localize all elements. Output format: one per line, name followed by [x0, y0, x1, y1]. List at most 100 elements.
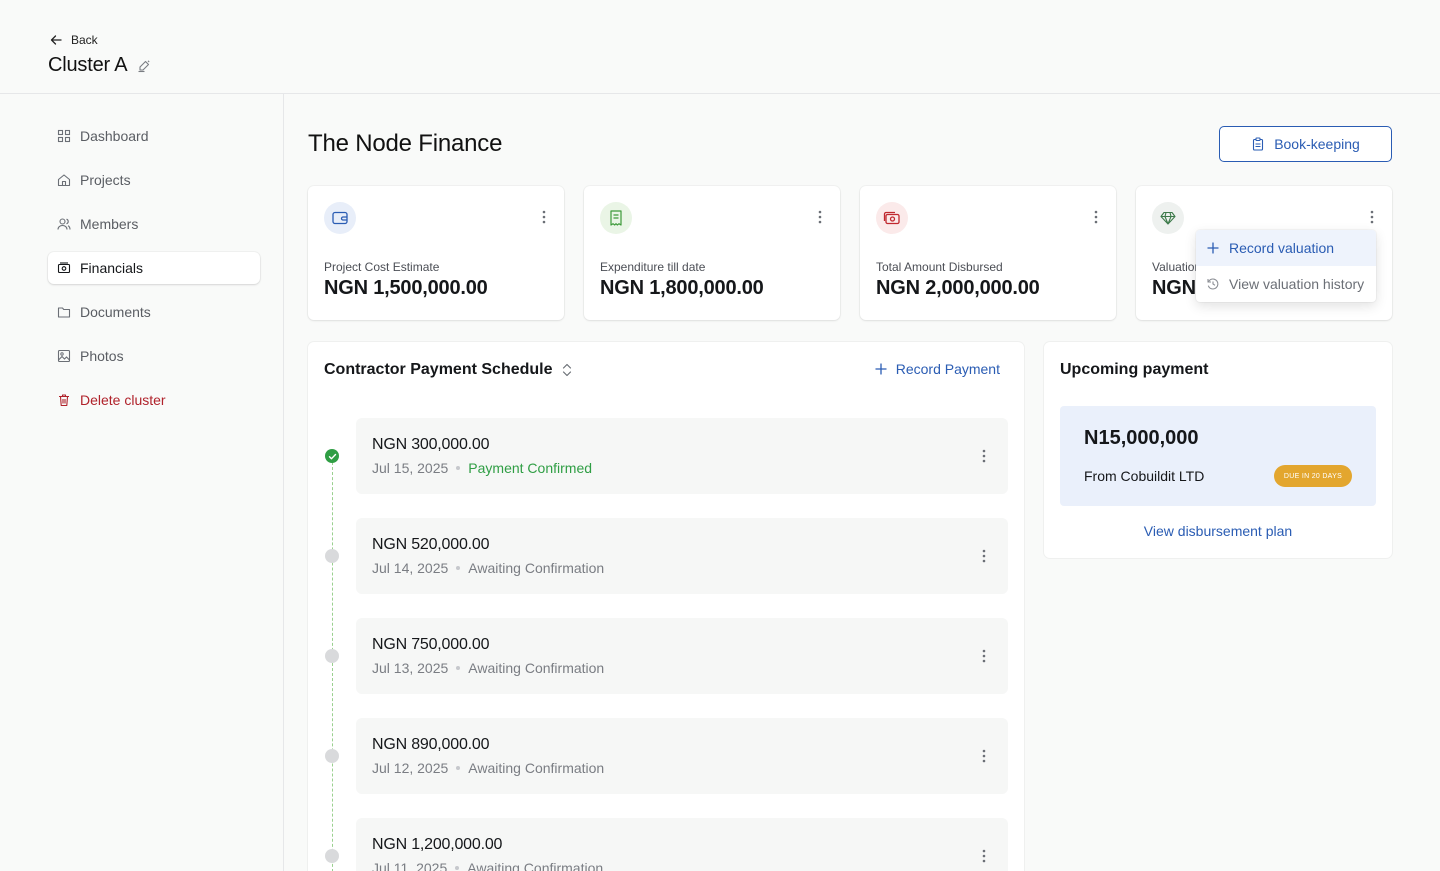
schedule-title-text: Contractor Payment Schedule [324, 361, 553, 378]
kebab-menu-icon[interactable] [542, 210, 546, 224]
upcoming-payment-card: N15,000,000 From Cobuildit LTD DUE IN 20… [1060, 406, 1376, 506]
sidebar-item-financials[interactable]: Financials [48, 252, 260, 284]
payment-meta: Jul 14, 2025 Awaiting Confirmation [372, 560, 604, 576]
sidebar-item-dashboard[interactable]: Dashboard [48, 120, 260, 152]
timeline-line [332, 462, 333, 871]
payment-amount: NGN 520,000.00 [372, 536, 490, 553]
payment-status: Payment Confirmed [468, 460, 593, 476]
check-icon [328, 453, 336, 459]
users-icon [57, 218, 71, 230]
stat-card-disbursed: Total Amount Disbursed NGN 2,000,000.00 [860, 186, 1116, 320]
payment-status: Awaiting Confirmation [467, 860, 604, 871]
image-icon [57, 349, 71, 363]
sidebar-item-members[interactable]: Members [48, 208, 260, 240]
timeline-dot-pending [325, 849, 339, 863]
kebab-menu-icon[interactable] [982, 649, 986, 663]
kebab-menu-icon[interactable] [1094, 210, 1098, 224]
stat-value: NGN 1,800,000.00 [600, 277, 764, 299]
kebab-menu-icon[interactable] [982, 849, 986, 863]
cash-icon [883, 211, 900, 225]
stat-icon-wrap [600, 202, 632, 234]
stat-icon-wrap [324, 202, 356, 234]
payment-date: Jul 15, 2025 [372, 460, 449, 476]
sidebar-item-projects[interactable]: Projects [48, 164, 260, 196]
edit-icon[interactable] [137, 59, 151, 73]
payment-meta: Jul 13, 2025 Awaiting Confirmation [372, 660, 604, 676]
menu-item-label: View valuation history [1229, 276, 1365, 292]
schedule-title[interactable]: Contractor Payment Schedule [324, 361, 573, 379]
wallet-icon [332, 211, 348, 225]
sidebar-item-label: Projects [80, 172, 131, 188]
upcoming-payment-panel: Upcoming payment N15,000,000 From Cobuil… [1044, 342, 1392, 558]
folder-icon [57, 307, 71, 318]
payment-row: NGN 300,000.00 Jul 15, 2025 Payment Conf… [356, 418, 1008, 494]
contractor-payment-schedule: Contractor Payment Schedule Record Payme… [308, 342, 1024, 871]
kebab-menu-icon[interactable] [982, 549, 986, 563]
cluster-title-text: Cluster A [48, 54, 128, 76]
payment-status: Awaiting Confirmation [468, 760, 605, 776]
upcoming-amount: N15,000,000 [1084, 427, 1199, 449]
stat-label: Project Cost Estimate [324, 260, 440, 274]
record-valuation-menu-item[interactable]: Record valuation [1196, 230, 1376, 266]
home-icon [57, 174, 71, 187]
trash-icon [59, 394, 69, 407]
plus-icon [1207, 242, 1219, 254]
separator-dot [456, 666, 461, 670]
arrow-left-icon [50, 35, 62, 45]
timeline-dot-pending [325, 649, 339, 663]
receipt-icon [610, 210, 622, 226]
back-label: Back [71, 33, 98, 47]
payment-row: NGN 890,000.00 Jul 12, 2025 Awaiting Con… [356, 718, 1008, 794]
sidebar-item-documents[interactable]: Documents [48, 296, 260, 328]
payment-date: Jul 13, 2025 [372, 660, 449, 676]
stat-icon-wrap [1152, 202, 1184, 234]
grid-icon [57, 129, 71, 143]
payment-date: Jul 11, 2025 [372, 860, 448, 871]
plus-icon [875, 363, 887, 375]
stat-label: Expenditure till date [600, 260, 706, 274]
view-disbursement-plan-link[interactable]: View disbursement plan [1044, 523, 1392, 539]
diamond-icon [1160, 211, 1176, 225]
timeline-dot-pending [325, 749, 339, 763]
payment-row: NGN 750,000.00 Jul 13, 2025 Awaiting Con… [356, 618, 1008, 694]
sidebar-item-label: Photos [80, 348, 124, 364]
record-payment-label: Record Payment [895, 361, 1000, 377]
stat-value: NGN [1152, 277, 1196, 299]
payment-date: Jul 14, 2025 [372, 560, 449, 576]
payment-status: Awaiting Confirmation [468, 660, 605, 676]
payment-amount: NGN 300,000.00 [372, 436, 490, 453]
payment-amount: NGN 750,000.00 [372, 636, 490, 653]
cluster-title: Cluster A [48, 54, 151, 77]
payment-meta: Jul 12, 2025 Awaiting Confirmation [372, 760, 604, 776]
kebab-menu-icon[interactable] [982, 749, 986, 763]
stat-value: NGN 2,000,000.00 [876, 277, 1040, 299]
back-link[interactable]: Back [49, 33, 98, 47]
upcoming-title: Upcoming payment [1060, 361, 1209, 378]
due-badge: DUE IN 20 DAYS [1274, 465, 1352, 487]
sidebar-item-delete-cluster[interactable]: Delete cluster [48, 384, 260, 416]
stat-icon-wrap [876, 202, 908, 234]
kebab-menu-icon[interactable] [1370, 210, 1374, 224]
valuation-dropdown-menu: Record valuation View valuation history [1196, 230, 1376, 302]
kebab-menu-icon[interactable] [982, 449, 986, 463]
top-bar: Back Cluster A [0, 0, 1440, 94]
stat-label: Valuation [1152, 260, 1202, 274]
separator-dot [455, 866, 460, 870]
page-title: The Node Finance [308, 130, 503, 157]
kebab-menu-icon[interactable] [818, 210, 822, 224]
stat-card-expenditure: Expenditure till date NGN 1,800,000.00 [584, 186, 840, 320]
payment-amount: NGN 890,000.00 [372, 736, 490, 753]
sidebar-item-photos[interactable]: Photos [48, 340, 260, 372]
stat-card-project-cost: Project Cost Estimate NGN 1,500,000.00 [308, 186, 564, 320]
bookkeeping-button[interactable]: Book-keeping [1219, 126, 1392, 162]
bookkeeping-label: Book-keeping [1274, 136, 1360, 152]
stat-label: Total Amount Disbursed [876, 260, 1003, 274]
view-valuation-history-menu-item[interactable]: View valuation history [1196, 266, 1376, 302]
sidebar-item-label: Delete cluster [80, 392, 166, 408]
sidebar-nav: Dashboard Projects Members Financials Do… [48, 120, 260, 428]
record-payment-button[interactable]: Record Payment [875, 361, 1000, 377]
payment-status: Awaiting Confirmation [468, 560, 605, 576]
upcoming-from: From Cobuildit LTD [1084, 468, 1205, 484]
sort-icon [562, 363, 571, 377]
sidebar-item-label: Members [80, 216, 139, 232]
